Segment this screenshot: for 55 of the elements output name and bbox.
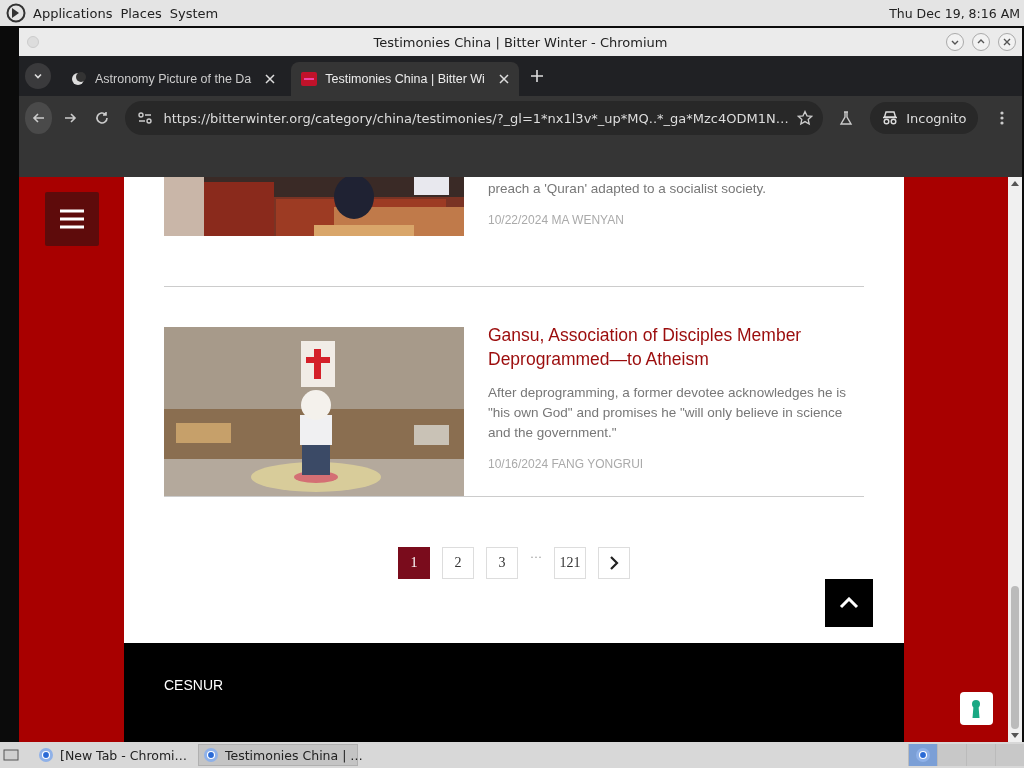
article-title[interactable]: Gansu, Association of Disciples Member Deprogrammed—to Atheism (488, 323, 864, 371)
incognito-button[interactable]: Incognito (870, 102, 979, 134)
browser-tab[interactable]: Astronomy Picture of the Da (61, 62, 286, 96)
page-button[interactable]: 121 (554, 547, 586, 579)
incognito-icon (882, 111, 899, 125)
panel-menu[interactable]: Places (119, 5, 163, 21)
panel-menu[interactable]: System (168, 5, 220, 21)
chevron-up-icon (839, 597, 859, 609)
system-logo-icon[interactable] (6, 3, 26, 23)
footer-heading: CESNUR (164, 677, 225, 693)
tab-title: Astronomy Picture of the Da (95, 72, 252, 86)
browser-tab[interactable]: Testimonies China | Bitter Wi (291, 62, 519, 96)
article-excerpt: After deprogramming, a former devotee acknowledges he is "his own God" and promises he "will only believe in science and the government." (488, 384, 847, 442)
close-button[interactable] (998, 33, 1016, 51)
chevron-down-icon (33, 71, 43, 81)
close-icon[interactable] (265, 74, 276, 84)
scrollbar[interactable] (1008, 177, 1022, 742)
panel-menu[interactable]: Applications (32, 5, 114, 21)
browser-icon (38, 747, 54, 763)
page-button[interactable]: 3 (486, 547, 518, 579)
keyhole-icon (970, 698, 982, 719)
taskbar-button[interactable]: [New Tab - Chromi… (34, 744, 194, 766)
close-icon[interactable] (498, 74, 509, 84)
desktop-icon (3, 748, 19, 762)
back-button[interactable] (25, 102, 53, 134)
pagination-ellipsis: ··· (530, 549, 542, 566)
url-text: https://bitterwinter.org/category/china/testimonies/?_gl=1*nx1l3v*_up*MQ..*_ga*Mzc4ODM1N… (163, 110, 789, 126)
accessibility-button[interactable] (959, 692, 993, 725)
chevron-right-icon (609, 556, 619, 570)
scrollbar-thumb[interactable] (1011, 586, 1019, 729)
address-bar[interactable]: https://bitterwinter.org/category/china/testimonies/?_gl=1*nx1l3v*_up*MQ..*_ga*Mzc4ODM1N… (125, 101, 823, 135)
page-button[interactable]: 1 (398, 547, 430, 579)
reload-icon (93, 110, 110, 126)
clock[interactable]: Thu Dec 19, 8:16 AM (889, 5, 1020, 21)
article-byline: 10/22/2024 MA WENYAN (488, 213, 625, 227)
workspace-button[interactable] (908, 744, 937, 766)
moon-icon (71, 71, 87, 87)
plus-icon (530, 70, 543, 82)
bookmark-star-icon[interactable] (796, 110, 813, 126)
hamburger-icon (58, 208, 85, 230)
close-icon (1002, 37, 1012, 47)
browser-icon (915, 747, 931, 763)
article-excerpt: preach a 'Quran' adapted to a socialist society. (488, 180, 768, 198)
tab-title: Testimonies China | Bitter Wi (325, 72, 485, 86)
scroll-down-icon[interactable] (1011, 733, 1019, 739)
tab-search-button[interactable] (25, 63, 51, 89)
menu-button[interactable] (44, 192, 99, 246)
site-favicon-icon (301, 72, 318, 86)
article-byline: 10/16/2024 FANG YONGRUI (488, 457, 645, 471)
next-page-button[interactable] (598, 547, 630, 579)
page-button[interactable]: 2 (442, 547, 474, 579)
window-title: Testimonies China | Bitter Winter - Chromium (373, 34, 668, 50)
scroll-up-icon[interactable] (1011, 180, 1019, 186)
back-to-top-button[interactable] (825, 579, 873, 627)
browser-icon (203, 747, 219, 763)
